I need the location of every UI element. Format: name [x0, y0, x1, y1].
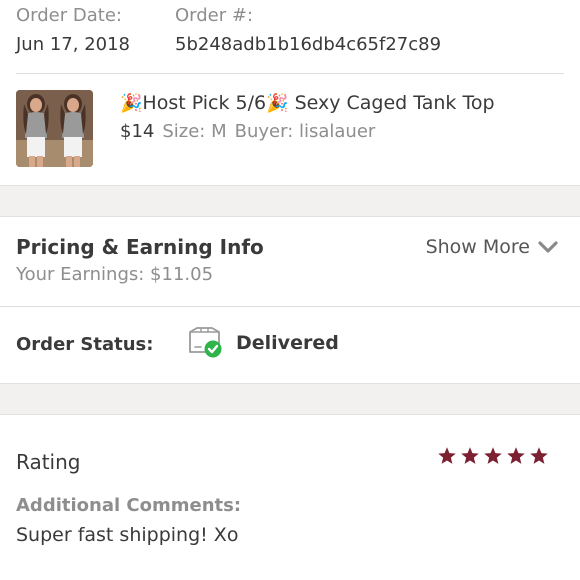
product-photo[interactable]	[16, 90, 93, 167]
order-number-label: Order #:	[175, 5, 254, 26]
order-date-label: Order Date:	[16, 5, 122, 26]
item-buyer[interactable]: Buyer: lisalauer	[235, 121, 376, 142]
order-details-page: Order Date: Jun 17, 2018 Order #: 5b248a…	[0, 0, 580, 580]
rating-title: Rating	[16, 450, 81, 474]
order-status-section: Order Status: Delivered	[0, 307, 580, 383]
star-icon	[461, 447, 479, 464]
order-item[interactable]: 🎉Host Pick 5/6🎉 Sexy Caged Tank Top $14 S…	[0, 74, 580, 186]
additional-comments-text: Super fast shipping! Xo	[16, 524, 239, 546]
star-rating	[437, 446, 549, 466]
package-delivered-icon	[189, 327, 222, 358]
star-icon	[438, 447, 456, 464]
order-number: Order #: 5b248adb1b16db4c65f27c89	[175, 5, 441, 56]
order-date-value: Jun 17, 2018	[16, 34, 131, 55]
show-more-label: Show More	[425, 236, 530, 258]
order-meta: Order Date: Jun 17, 2018 Order #: 5b248a…	[0, 0, 580, 74]
chevron-down-icon	[538, 241, 558, 253]
section-separator	[0, 383, 580, 415]
star-icon	[507, 447, 525, 464]
your-earnings: Your Earnings: $11.05	[16, 264, 214, 285]
rating-section: Rating Additional Comments: Super fast s…	[0, 415, 580, 580]
order-status-label: Order Status:	[16, 334, 154, 355]
order-status-value: Delivered	[236, 332, 339, 354]
item-title-tail: Sexy Caged Tank Top	[288, 92, 495, 114]
pricing-title: Pricing & Earning Info	[16, 235, 264, 259]
order-date: Order Date: Jun 17, 2018	[16, 5, 130, 56]
order-number-value: 5b248adb1b16db4c65f27c89	[175, 34, 442, 55]
additional-comments-label: Additional Comments:	[16, 495, 242, 516]
item-price: $14	[120, 121, 155, 142]
item-title[interactable]: 🎉Host Pick 5/6🎉 Sexy Caged Tank Top	[120, 90, 495, 117]
item-size: Size: M	[162, 121, 227, 142]
party-popper-icon: 🎉	[266, 93, 289, 114]
show-more-button[interactable]: Show More	[426, 234, 558, 260]
party-popper-icon: 🎉	[120, 93, 143, 114]
item-title-mid: Host Pick 5/6	[142, 92, 267, 114]
star-icon	[484, 447, 502, 464]
pricing-section: Pricing & Earning Info Your Earnings: $1…	[0, 217, 580, 307]
star-icon	[530, 447, 548, 464]
section-separator	[0, 185, 580, 217]
item-details: $14 Size: M Buyer: lisalauer	[120, 120, 375, 144]
